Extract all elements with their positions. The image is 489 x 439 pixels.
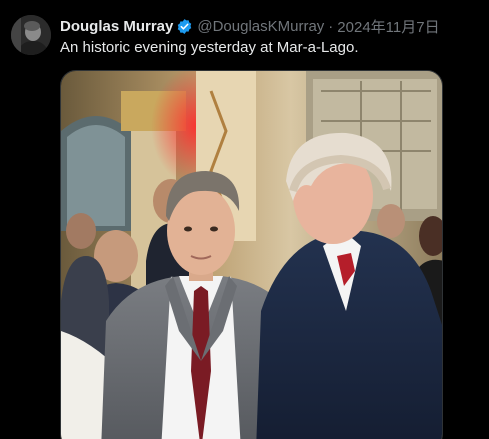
tweet-date[interactable]: 2024年11月7日: [337, 16, 439, 37]
tweet-text: An historic evening yesterday at Mar-a-L…: [60, 39, 359, 56]
tweet-header: Douglas Murray @DouglasKMurray · 2024年11…: [60, 16, 440, 36]
verified-badge-icon: [176, 18, 193, 35]
separator-dot: ·: [328, 17, 334, 35]
tweet[interactable]: Douglas Murray @DouglasKMurray · 2024年11…: [0, 0, 489, 439]
avatar-image: [11, 15, 51, 55]
photo-image: [61, 71, 442, 439]
tweet-photo[interactable]: [60, 70, 443, 439]
avatar[interactable]: [11, 15, 51, 55]
author-handle[interactable]: @DouglasKMurray: [197, 18, 324, 35]
author-display-name[interactable]: Douglas Murray: [60, 18, 173, 35]
